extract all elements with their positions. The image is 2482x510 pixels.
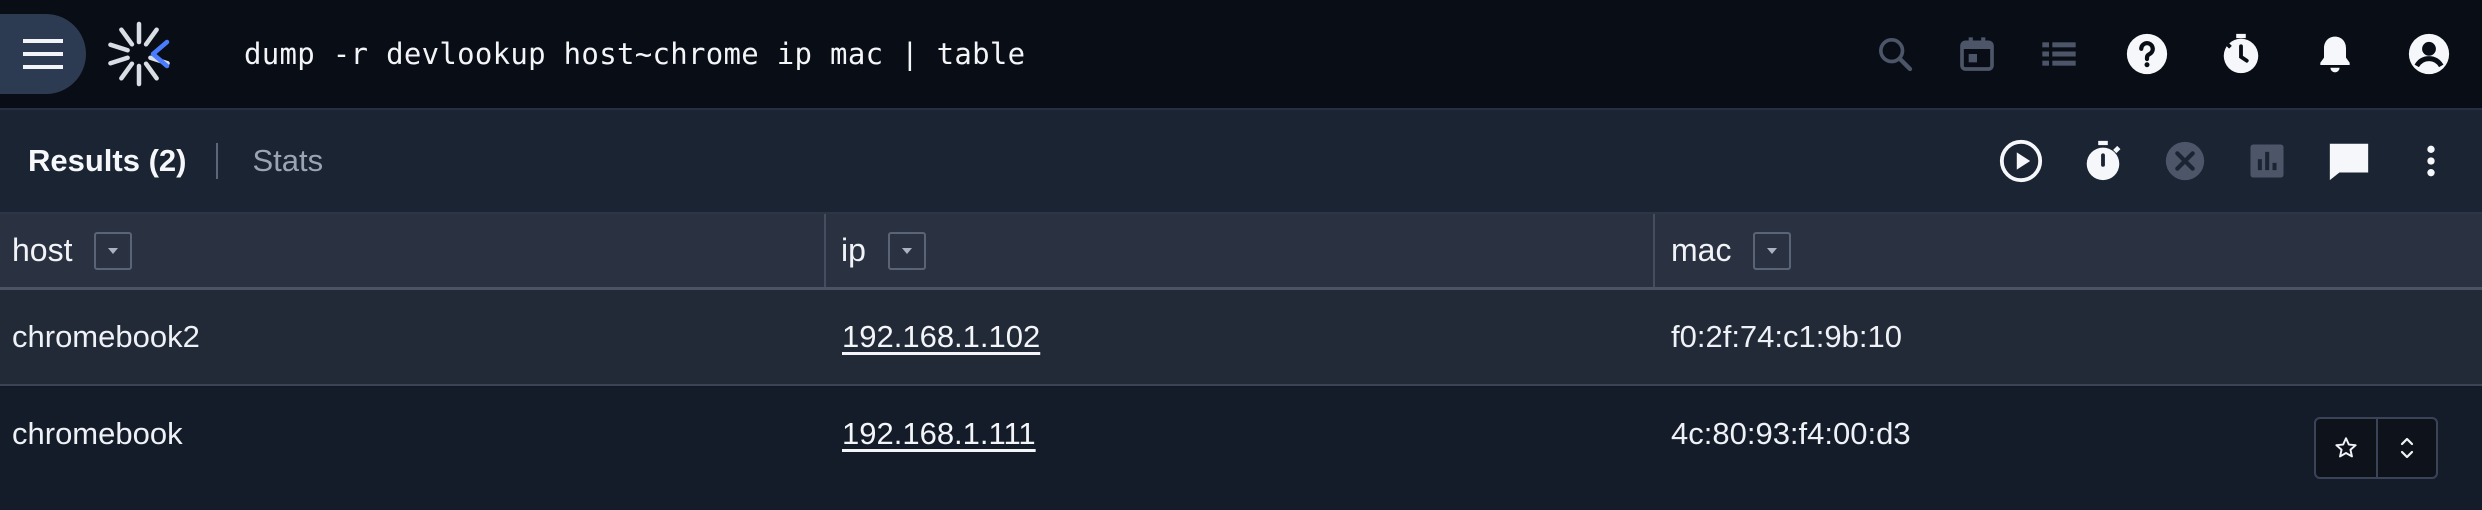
chart-button[interactable] — [2238, 132, 2296, 190]
expand-icon — [2400, 437, 2414, 459]
tab-stats[interactable]: Stats — [252, 143, 323, 179]
search-icon — [1879, 38, 1913, 72]
column-filter-button[interactable] — [94, 231, 133, 270]
bar-chart-icon — [2250, 144, 2284, 178]
results-toolbar: Results (2) Stats — [0, 110, 2482, 214]
menu-icon — [23, 39, 63, 69]
star-button[interactable] — [2316, 419, 2376, 477]
menu-button[interactable] — [0, 14, 86, 94]
dropdown-arrow-icon — [108, 247, 119, 254]
column-filter-button[interactable] — [887, 231, 926, 270]
notifications-button[interactable] — [2307, 26, 2363, 82]
timer-button[interactable] — [2074, 132, 2132, 190]
column-label: ip — [841, 232, 866, 268]
expand-button[interactable] — [2376, 419, 2436, 477]
help-icon — [2126, 33, 2168, 75]
dropdown-arrow-icon — [1767, 247, 1778, 254]
column-label: mac — [1671, 232, 1732, 268]
column-header-mac[interactable]: mac — [1655, 214, 2482, 287]
more-vert-icon — [2427, 145, 2435, 177]
search-button[interactable] — [1867, 26, 1923, 82]
calendar-button[interactable] — [1949, 26, 2005, 82]
help-button[interactable] — [2119, 26, 2175, 82]
tab-divider — [216, 143, 219, 179]
ip-link[interactable]: 192.168.1.102 — [842, 319, 1040, 355]
logo-icon[interactable] — [104, 19, 174, 89]
list-button[interactable] — [2031, 26, 2087, 82]
column-header-host[interactable]: host — [0, 214, 826, 287]
query-text[interactable]: dump -r devlookup host~chrome ip mac | t… — [244, 37, 1025, 71]
dropdown-arrow-icon — [901, 247, 912, 254]
top-bar: dump -r devlookup host~chrome ip mac | t… — [0, 0, 2482, 110]
account-button[interactable] — [2401, 26, 2457, 82]
cell-host: chromebook — [12, 416, 183, 451]
table-row[interactable]: chromebook 192.168.1.111 4c:80:93:f4:00:… — [0, 388, 2482, 510]
column-filter-button[interactable] — [1753, 231, 1792, 270]
bell-icon — [2320, 36, 2350, 73]
cell-mac: f0:2f:74:c1:9b:10 — [1671, 319, 1902, 354]
comment-button[interactable] — [2320, 132, 2378, 190]
cancel-icon — [2165, 141, 2205, 181]
history-button[interactable] — [2213, 26, 2269, 82]
calendar-icon — [1960, 37, 1994, 71]
play-circle-icon — [1999, 139, 2043, 183]
column-header-ip[interactable]: ip — [826, 214, 1655, 287]
cancel-button[interactable] — [2156, 132, 2214, 190]
cell-host: chromebook2 — [12, 319, 200, 354]
comment-icon — [2329, 143, 2369, 181]
cell-ip: 192.168.1.102 — [826, 290, 1655, 384]
timer-history-icon — [2223, 33, 2259, 74]
list-icon — [2042, 42, 2076, 66]
star-icon — [2335, 437, 2357, 458]
tab-results[interactable]: Results (2) — [28, 143, 186, 179]
table-row[interactable]: chromebook2 192.168.1.102 f0:2f:74:c1:9b… — [0, 290, 2482, 386]
row-actions — [2314, 417, 2438, 479]
more-button[interactable] — [2402, 132, 2460, 190]
table-header: host ip mac — [0, 214, 2482, 290]
ip-link[interactable]: 192.168.1.111 — [842, 416, 1036, 452]
cell-ip: 192.168.1.111 — [826, 416, 1655, 452]
stopwatch-icon — [2086, 140, 2121, 181]
run-button[interactable] — [1992, 132, 2050, 190]
column-label: host — [12, 232, 73, 268]
account-icon — [2408, 33, 2450, 75]
